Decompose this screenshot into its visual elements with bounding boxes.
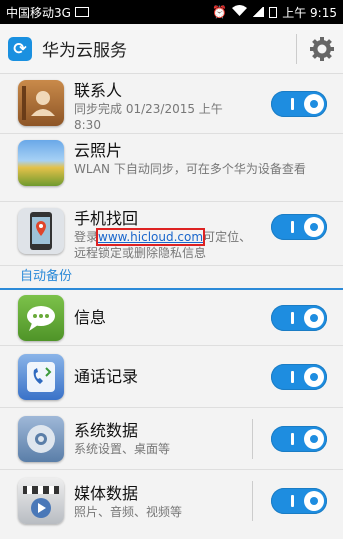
item-title: 系统数据: [74, 421, 139, 440]
hicloud-link[interactable]: www.hicloud.com: [96, 228, 206, 246]
contacts-book-icon: [18, 80, 64, 126]
item-title: 媒体数据: [74, 483, 139, 503]
item-title: 通话记录: [74, 367, 139, 386]
list-item-contacts[interactable]: 联系人 同步完成 01/23/2015 上午 8:30: [0, 74, 343, 134]
alarm-icon: ⏰: [212, 5, 228, 19]
status-bar: 中国移动3G ⏰ 上午 9:15: [0, 0, 343, 24]
system-data-toggle[interactable]: [271, 426, 327, 452]
system-gear-icon: [18, 415, 64, 462]
contacts-toggle[interactable]: [271, 91, 327, 117]
image-notification-icon: [74, 7, 89, 17]
item-subtitle: WLAN 下自动同步，可在多个华为设备查看: [74, 162, 306, 176]
item-title: 联系人: [74, 81, 123, 100]
list-item-cloud-photos[interactable]: 云照片 WLAN 下自动同步，可在多个华为设备查看: [0, 134, 343, 202]
photos-landscape-icon: [18, 140, 64, 186]
app-title: 华为云服务: [42, 41, 127, 61]
section-header-auto-backup: 自动备份: [0, 266, 343, 290]
item-title: 信息: [74, 308, 107, 327]
app-bar: ⟳ 华为云服务: [0, 24, 343, 74]
settings-gear-icon[interactable]: [309, 36, 335, 62]
phone-finder-toggle[interactable]: [271, 214, 327, 240]
settings-list: 联系人 同步完成 01/23/2015 上午 8:30 云照片 WLAN 下自动…: [0, 74, 343, 532]
item-subtitle: 登录www.hicloud.com可定位、远程锁定或删除隐私信息: [74, 228, 252, 261]
phone-location-icon: [18, 208, 64, 254]
item-subtitle: 照片、音频、视频等: [74, 504, 183, 519]
battery-icon: [269, 6, 278, 18]
item-subtitle: 同步完成 01/23/2015 上午 8:30: [74, 102, 223, 132]
divider: [252, 481, 253, 521]
media-clapper-icon: [18, 478, 64, 524]
list-item-phone-finder[interactable]: 手机找回 登录www.hicloud.com可定位、远程锁定或删除隐私信息: [0, 202, 343, 266]
divider: [252, 419, 253, 459]
item-title: 云照片: [74, 141, 123, 160]
messages-icon: [18, 294, 64, 341]
signal-icon: [252, 7, 265, 17]
media-data-toggle[interactable]: [271, 488, 327, 514]
list-item-call-log[interactable]: 通话记录: [0, 346, 343, 408]
subtitle-prefix: 登录: [74, 230, 99, 244]
call-log-icon: [18, 353, 64, 400]
call-log-toggle[interactable]: [271, 364, 327, 390]
cloud-sync-logo-icon: ⟳: [8, 36, 32, 61]
list-item-messages[interactable]: 信息: [0, 290, 343, 346]
carrier-label: 中国移动3G: [6, 5, 71, 20]
item-title: 手机找回: [74, 209, 139, 228]
list-item-system-data[interactable]: 系统数据 系统设置、桌面等: [0, 408, 343, 470]
list-item-media-data[interactable]: 媒体数据 照片、音频、视频等: [0, 470, 343, 532]
clock: 上午 9:15: [282, 5, 337, 20]
wifi-icon: [232, 4, 248, 20]
divider: [296, 33, 297, 64]
messages-toggle[interactable]: [271, 305, 327, 331]
item-subtitle: 系统设置、桌面等: [74, 442, 171, 456]
